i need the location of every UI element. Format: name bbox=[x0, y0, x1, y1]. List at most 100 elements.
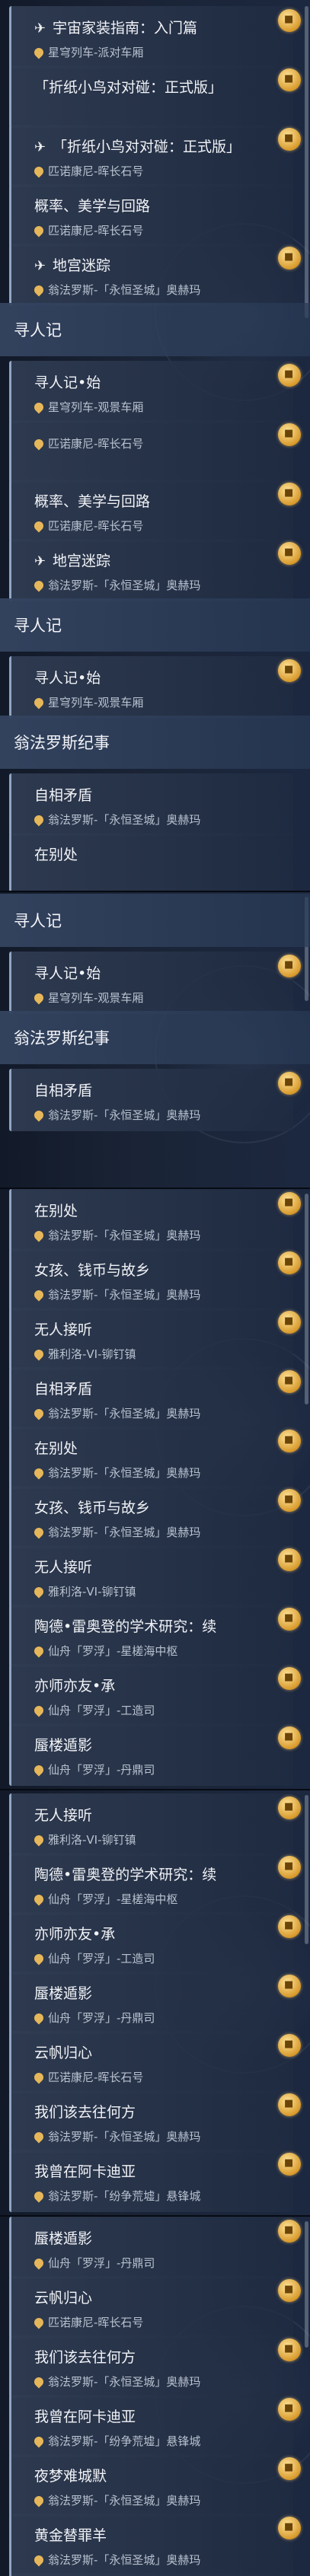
mission-entry[interactable]: 女孩、钱币与故乡 翁法罗斯-「永恒圣城」奥赫玛 bbox=[9, 1486, 293, 1548]
mission-title: 寻人记•始 bbox=[34, 371, 101, 392]
mission-location: 星穹列车-派对车厢 bbox=[32, 44, 143, 60]
mission-location: 星穹列车-观景车厢 bbox=[32, 990, 144, 1006]
mission-location-text: 翁法罗斯-「永恒圣城」奥赫玛 bbox=[48, 2375, 201, 2389]
mission-title: 蜃楼遁影 bbox=[34, 1734, 92, 1755]
mission-location-text: 仙舟「罗浮」-星槎海中枢 bbox=[48, 1892, 178, 1906]
mission-category-header[interactable]: 翁法罗斯纪事 bbox=[0, 716, 310, 769]
list-scrollbar[interactable] bbox=[305, 6, 308, 318]
mission-entry[interactable]: 自相矛盾翁法罗斯-「永恒圣城」奥赫玛 bbox=[9, 1069, 293, 1131]
mission-list-panel: 在别处翁法罗斯-「永恒圣城」奥赫玛女孩、钱币与故乡翁法罗斯-「永恒圣城」奥赫玛无… bbox=[0, 1188, 310, 1789]
location-pin-icon bbox=[32, 2375, 46, 2389]
mission-entry[interactable]: 无人接听 雅利洛-VI-铆钉镇 bbox=[9, 1308, 293, 1370]
mission-entry[interactable]: 「折纸小鸟对对碰：正式版」 bbox=[9, 65, 293, 128]
mission-entry[interactable]: 云帆归心 匹诺康尼-晖长石号 bbox=[9, 2031, 293, 2093]
mission-list-panel: ✈ 宇宙家装指南：入门篇星穹列车-派对车厢「折纸小鸟对对碰：正式版」 ✈ 「折纸小鸟对… bbox=[0, 0, 310, 891]
mission-location-text: 翁法罗斯-「永恒圣城」奥赫玛 bbox=[48, 579, 201, 592]
mission-location-text: 星穹列车-观景车厢 bbox=[48, 991, 144, 1005]
mission-category-header[interactable]: 寻人记 bbox=[0, 598, 310, 652]
mission-entry[interactable]: 自相矛盾 翁法罗斯-「永恒圣城」奥赫玛 bbox=[9, 773, 293, 836]
location-pin-icon bbox=[32, 519, 46, 533]
mission-entry[interactable]: 陶德•雷奥登的学术研究：续 仙舟「罗浮」-星槎海中枢 bbox=[9, 1853, 293, 1915]
mission-entry[interactable]: 黄金替罪羊 翁法罗斯-「永恒圣城」奥赫玛 bbox=[9, 2514, 293, 2576]
mission-category-header[interactable]: 寻人记 bbox=[0, 894, 310, 947]
mission-entry[interactable]: 在别处 翁法罗斯-「永恒圣城」奥赫玛 bbox=[9, 1427, 293, 1489]
mission-title: ✈ 宇宙家装指南：入门篇 bbox=[34, 17, 197, 37]
mission-entry[interactable]: ✈ 地宫迷踪 翁法罗斯-「永恒圣城」奥赫玛 bbox=[9, 244, 293, 306]
mission-entry[interactable]: ✈ 「折纸小鸟对对碰：正式版」 匹诺康尼-晖长石号 bbox=[9, 125, 293, 187]
location-pin-icon bbox=[32, 1952, 46, 1965]
mission-entry[interactable]: 匹诺康尼-晖长石号 bbox=[9, 420, 293, 483]
mission-location: 仙舟「罗浮」-工造司 bbox=[32, 1702, 155, 1718]
reward-coin-icon bbox=[278, 1072, 301, 1095]
mission-title: 女孩、钱币与故乡 bbox=[34, 1259, 150, 1280]
mission-category-header[interactable]: 寻人记 bbox=[0, 303, 310, 356]
location-pin-icon bbox=[32, 2189, 46, 2203]
mission-title: 黄金替罪羊 bbox=[34, 2524, 107, 2545]
mission-title-text: 云帆归心 bbox=[34, 2045, 93, 2061]
mission-title-text: 无人接听 bbox=[34, 1559, 93, 1576]
mission-entry[interactable]: 在别处 bbox=[9, 833, 293, 891]
mission-entry[interactable]: 寻人记•始 星穹列车-观景车厢 bbox=[9, 656, 293, 719]
mission-entry[interactable]: 我曾在阿卡迪亚翁法罗斯-「纷争荒墟」悬锋城 bbox=[9, 2150, 293, 2212]
mission-title: 亦师亦友•承 bbox=[34, 1923, 115, 1943]
reward-coin-icon bbox=[278, 1797, 301, 1819]
category-title: 翁法罗斯纪事 bbox=[14, 734, 110, 752]
mission-entry[interactable]: 寻人记•始 星穹列车-观景车厢 bbox=[9, 952, 293, 1014]
mission-location: 翁法罗斯-「永恒圣城」奥赫玛 bbox=[32, 1107, 200, 1123]
mission-entry[interactable]: ✈二律背反的圆舞曲 bbox=[9, 2573, 293, 2576]
mission-location-text: 翁法罗斯-「永恒圣城」奥赫玛 bbox=[48, 1288, 201, 1302]
mission-entry[interactable]: 我们该去往何方翁法罗斯-「永恒圣城」奥赫玛 bbox=[9, 2335, 293, 2398]
mission-entry[interactable]: 亦师亦友•承 仙舟「罗浮」-工造司 bbox=[9, 1912, 293, 1975]
mission-entry[interactable]: 自相矛盾 翁法罗斯-「永恒圣城」奥赫玛 bbox=[9, 1367, 293, 1430]
screenshot-divider bbox=[0, 1789, 310, 1790]
mission-entry[interactable]: ✈ 地宫迷踪 翁法罗斯-「永恒圣城」奥赫玛 bbox=[9, 539, 293, 601]
mission-entry[interactable]: 夜梦难城默 翁法罗斯-「永恒圣城」奥赫玛 bbox=[9, 2454, 293, 2517]
mission-location-text: 雅利洛-VI-铆钉镇 bbox=[48, 1833, 136, 1847]
list-scrollbar[interactable] bbox=[305, 1795, 308, 1944]
mission-entry[interactable]: 概率、美学与回路 匹诺康尼-晖长石号 bbox=[9, 184, 293, 247]
mission-entry[interactable]: 我曾在阿卡迪亚翁法罗斯-「纷争荒墟」悬锋城 bbox=[9, 2395, 293, 2457]
mission-title-text: 宇宙家装指南：入门篇 bbox=[53, 20, 198, 37]
mission-title: 我们该去往何方 bbox=[34, 2346, 136, 2367]
mission-location-text: 翁法罗斯-「永恒圣城」奥赫玛 bbox=[48, 1229, 201, 1242]
mission-location-text: 雅利洛-VI-铆钉镇 bbox=[48, 1585, 136, 1599]
mission-entry[interactable]: 云帆归心 匹诺康尼-晖长石号 bbox=[9, 2276, 293, 2338]
mission-entry[interactable]: 亦师亦友•承 仙舟「罗浮」-工造司 bbox=[9, 1664, 293, 1726]
mission-title: 蜃楼遁影 bbox=[34, 2227, 92, 2248]
mission-entry[interactable]: 我们该去往何方 翁法罗斯-「永恒圣城」奥赫玛 bbox=[9, 2090, 293, 2153]
list-scrollbar[interactable] bbox=[305, 2221, 308, 2348]
mission-title-text: 蜃楼遁影 bbox=[34, 1985, 93, 2002]
mission-entry[interactable]: 蜃楼遁影仙舟「罗浮」-丹鼎司 bbox=[9, 1972, 293, 2034]
mission-title: 女孩、钱币与故乡 bbox=[34, 1497, 150, 1517]
mission-title: 我曾在阿卡迪亚 bbox=[34, 2405, 136, 2426]
mission-entry[interactable]: 无人接听雅利洛-VI-铆钉镇 bbox=[9, 1545, 293, 1608]
reward-coin-icon bbox=[278, 2338, 301, 2361]
mission-title-text: 女孩、钱币与故乡 bbox=[34, 1262, 151, 1279]
mission-entry[interactable]: 蜃楼遁影 仙舟「罗浮」-丹鼎司 bbox=[9, 2217, 293, 2279]
mission-location: 翁法罗斯-「永恒圣城」奥赫玛 bbox=[32, 1286, 201, 1302]
mission-location-text: 翁法罗斯-「纷争荒墟」悬锋城 bbox=[48, 2189, 201, 2203]
mission-title-text: 我曾在阿卡迪亚 bbox=[34, 2163, 136, 2180]
mission-entry[interactable]: 无人接听 雅利洛-VI-铆钉镇 bbox=[9, 1793, 293, 1856]
mission-entry[interactable]: 陶德•雷奥登的学术研究：续 仙舟「罗浮」-星槎海中枢 bbox=[9, 1605, 293, 1667]
mission-location-text: 仙舟「罗浮」-丹鼎司 bbox=[48, 1763, 155, 1777]
location-pin-icon bbox=[32, 2316, 46, 2329]
mission-list-panel: 无人接听雅利洛-VI-铆钉镇陶德•雷奥登的学术研究：续仙舟「罗浮」-星槎海中枢亦… bbox=[0, 1789, 310, 2215]
mission-title: 自相矛盾 bbox=[34, 1079, 92, 1100]
mission-title-text: 「折纸小鸟对对碰：正式版」 bbox=[53, 139, 241, 155]
mission-entry[interactable]: 女孩、钱币与故乡翁法罗斯-「永恒圣城」奥赫玛 bbox=[9, 1248, 293, 1311]
mission-entry[interactable]: 蜃楼遁影仙舟「罗浮」-丹鼎司 bbox=[9, 1723, 293, 1786]
mission-location: 翁法罗斯-「纷争荒墟」悬锋城 bbox=[32, 2433, 200, 2449]
location-pin-icon bbox=[32, 164, 46, 178]
reward-coin-icon bbox=[278, 2517, 301, 2539]
list-scrollbar[interactable] bbox=[305, 1194, 308, 1404]
mission-title-text: 无人接听 bbox=[34, 1321, 93, 1338]
mission-entry[interactable]: 概率、美学与回路 匹诺康尼-晖长石号 bbox=[9, 480, 293, 542]
mission-entry[interactable]: ✈ 宇宙家装指南：入门篇星穹列车-派对车厢 bbox=[9, 6, 293, 69]
mission-entry[interactable]: 在别处 翁法罗斯-「永恒圣城」奥赫玛 bbox=[9, 1189, 293, 1251]
mission-title: 「折纸小鸟对对碰：正式版」 bbox=[34, 76, 222, 97]
mission-entry[interactable]: 寻人记•始 星穹列车-观景车厢 bbox=[9, 361, 293, 423]
location-pin-icon bbox=[32, 1288, 46, 1302]
mission-category-header[interactable]: 翁法罗斯纪事 bbox=[0, 1011, 310, 1064]
mission-location-text: 仙舟「罗浮」-丹鼎司 bbox=[48, 2011, 155, 2025]
